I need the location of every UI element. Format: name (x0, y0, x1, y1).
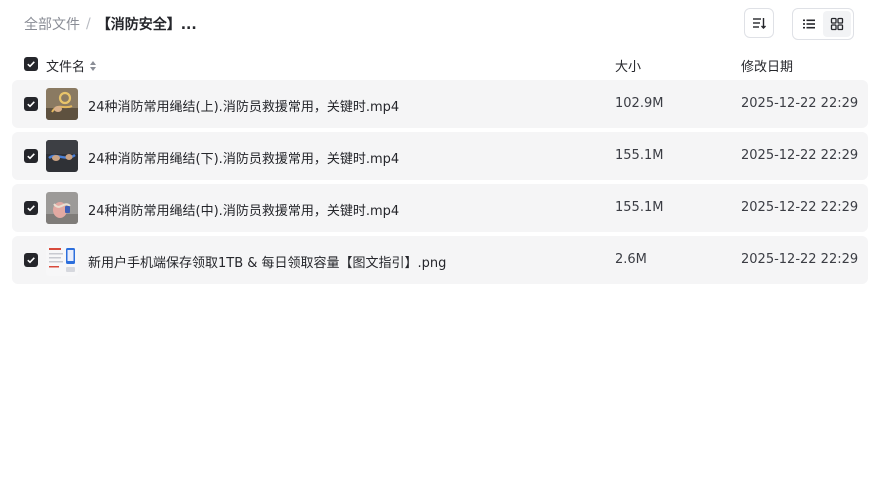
checkmark-icon (26, 203, 36, 213)
file-name[interactable]: 24种消防常用绳结(下).消防员救援常用，关键时.mp4 (88, 148, 399, 167)
checkmark-icon (26, 99, 36, 109)
row-checkbox[interactable] (24, 149, 38, 163)
image-thumbnail (46, 244, 78, 276)
table-row[interactable]: 24种消防常用绳结(中).消防员救援常用，关键时.mp4 155.1M 2025… (12, 184, 868, 232)
list-view-button[interactable] (795, 11, 823, 37)
column-header-name-label: 文件名 (46, 60, 86, 75)
breadcrumb-root-link[interactable]: 全部文件 (24, 14, 80, 34)
breadcrumb-current-folder: 【消防安全】... (96, 17, 197, 33)
grid-view-icon (830, 17, 844, 31)
column-header-name[interactable]: 文件名 (46, 56, 97, 75)
file-name[interactable]: 24种消防常用绳结(上).消防员救援常用，关键时.mp4 (88, 96, 399, 115)
checkmark-icon (26, 59, 36, 69)
file-size: 155.1M (615, 148, 664, 163)
table-row[interactable]: 新用户手机端保存领取1TB & 每日领取容量【图文指引】.png 2.6M 20… (12, 236, 868, 284)
file-size: 102.9M (615, 96, 664, 111)
video-thumbnail (46, 140, 78, 172)
select-all-checkbox[interactable] (24, 57, 38, 71)
sort-button[interactable] (744, 8, 774, 38)
file-modified-date: 2025-12-22 22:29 (741, 148, 859, 163)
video-thumbnail (46, 88, 78, 120)
checkmark-icon (26, 151, 36, 161)
video-thumbnail (46, 192, 78, 224)
file-name[interactable]: 新用户手机端保存领取1TB & 每日领取容量【图文指引】.png (88, 252, 446, 271)
table-row[interactable]: 24种消防常用绳结(下).消防员救援常用，关键时.mp4 155.1M 2025… (12, 132, 868, 180)
column-header-modified[interactable]: 修改日期 (741, 56, 793, 75)
sort-arrows-icon (89, 60, 97, 72)
list-view-icon (802, 17, 816, 31)
file-modified-date: 2025-12-22 22:29 (741, 200, 859, 215)
file-size: 155.1M (615, 200, 664, 215)
file-size: 2.6M (615, 252, 647, 267)
top-bar: 全部文件 / 【消防安全】... (0, 0, 878, 48)
row-checkbox[interactable] (24, 253, 38, 267)
sort-icon (751, 15, 767, 31)
breadcrumb: 全部文件 / 【消防安全】... (24, 14, 197, 34)
table-row[interactable]: 24种消防常用绳结(上).消防员救援常用，关键时.mp4 102.9M 2025… (12, 80, 868, 128)
column-header-size[interactable]: 大小 (615, 56, 641, 75)
row-checkbox[interactable] (24, 201, 38, 215)
file-modified-date: 2025-12-22 22:29 (741, 96, 859, 111)
table-header: 文件名 大小 修改日期 (12, 50, 868, 78)
breadcrumb-separator: / (86, 16, 91, 32)
checkmark-icon (26, 255, 36, 265)
file-name[interactable]: 24种消防常用绳结(中).消防员救援常用，关键时.mp4 (88, 200, 399, 219)
row-checkbox[interactable] (24, 97, 38, 111)
file-modified-date: 2025-12-22 22:29 (741, 252, 859, 267)
grid-view-button[interactable] (823, 11, 851, 37)
view-mode-toggle (792, 8, 854, 40)
